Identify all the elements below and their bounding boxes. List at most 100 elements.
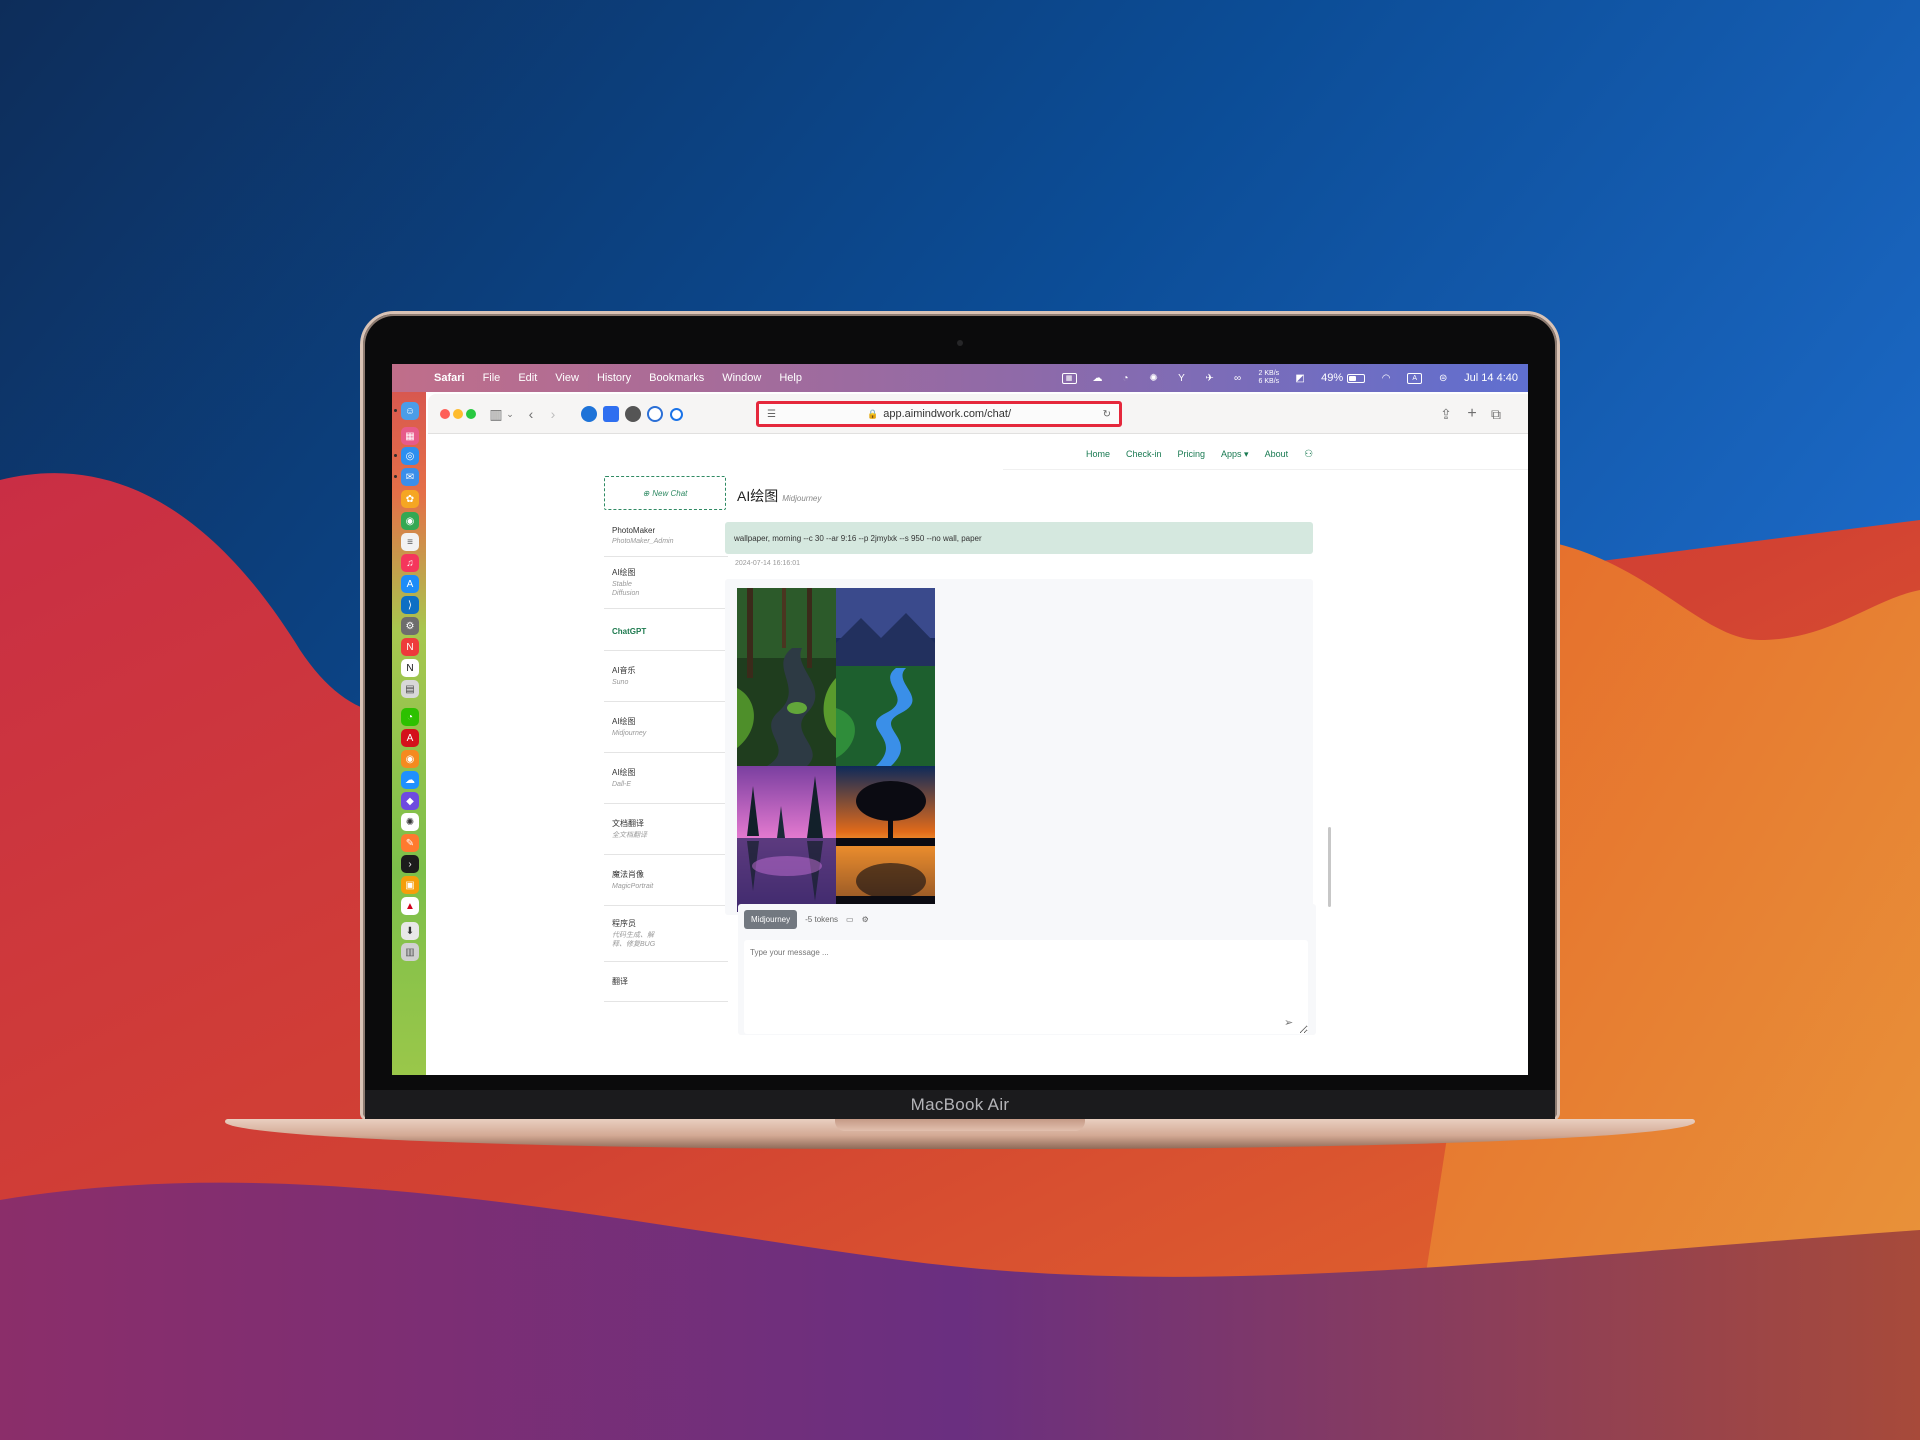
- menu-help[interactable]: Help: [779, 372, 802, 384]
- notion-icon[interactable]: N: [401, 659, 419, 677]
- nav-pricing[interactable]: Pricing: [1178, 449, 1206, 460]
- message-input[interactable]: [744, 940, 1308, 1034]
- generated-image-pink-lake[interactable]: [737, 766, 836, 912]
- extension-password-icon[interactable]: [670, 408, 683, 421]
- cloud-icon[interactable]: ☁: [1091, 372, 1105, 384]
- news-icon[interactable]: N: [401, 638, 419, 656]
- menu-window[interactable]: Window: [722, 372, 761, 384]
- yoink-icon[interactable]: Y: [1175, 372, 1189, 384]
- archive-icon[interactable]: ▣: [401, 876, 419, 894]
- extension-translate-icon[interactable]: [603, 406, 619, 422]
- image-upload-icon[interactable]: ▭: [846, 915, 854, 924]
- battery-status[interactable]: 49%: [1321, 372, 1366, 384]
- page-scrollbar[interactable]: [1328, 827, 1331, 907]
- sidebar-item-midjourney[interactable]: AI绘图 Midjourney: [604, 702, 728, 753]
- sidebar-item-doc-translate[interactable]: 文档翻译 全文档翻译: [604, 804, 728, 855]
- menu-app-name[interactable]: Safari: [434, 372, 465, 384]
- back-button[interactable]: ‹: [524, 405, 538, 423]
- forward-button[interactable]: ›: [546, 405, 560, 423]
- generated-image-sunset-tree[interactable]: [836, 766, 935, 912]
- chevron-down-icon[interactable]: ⌄: [505, 405, 515, 423]
- airplane-icon[interactable]: ✈: [1203, 372, 1217, 384]
- close-window-button[interactable]: [440, 409, 450, 419]
- creative-cloud-icon[interactable]: ∞: [1231, 372, 1245, 384]
- keyboard-icon[interactable]: ▦: [1061, 372, 1077, 384]
- app-store-icon[interactable]: A: [401, 575, 419, 593]
- send-icon[interactable]: ➢: [1284, 1016, 1293, 1029]
- extension-mindwork-icon[interactable]: [647, 406, 663, 422]
- trash-icon[interactable]: ▥: [401, 943, 419, 961]
- reminders-icon[interactable]: ≡: [401, 533, 419, 551]
- plus-icon: ⊕: [642, 488, 650, 498]
- menu-bookmarks[interactable]: Bookmarks: [649, 372, 704, 384]
- share-icon[interactable]: ⇪: [1438, 405, 1454, 423]
- pixelmator-icon[interactable]: ✎: [401, 834, 419, 852]
- downloads-icon[interactable]: ⬇: [401, 922, 419, 940]
- new-tab-icon[interactable]: +: [1464, 405, 1480, 423]
- nav-check-in[interactable]: Check-in: [1126, 449, 1162, 460]
- menu-history[interactable]: History: [597, 372, 631, 384]
- settings-icon[interactable]: ⚙: [862, 915, 869, 924]
- screenshot-icon[interactable]: ◩: [1293, 372, 1307, 384]
- finder-icon[interactable]: ☺: [401, 402, 419, 420]
- nav-about[interactable]: About: [1265, 449, 1289, 460]
- menu-view[interactable]: View: [555, 372, 579, 384]
- menu-edit[interactable]: Edit: [518, 372, 537, 384]
- address-bar[interactable]: ☰ 🔒 app.aimindwork.com/chat/ ↻: [756, 401, 1122, 427]
- chrome-icon[interactable]: ◉: [401, 512, 419, 530]
- chatgpt-icon[interactable]: ✺: [401, 813, 419, 831]
- cloud-drive-icon[interactable]: ☁: [401, 771, 419, 789]
- app-icon[interactable]: ▲: [401, 897, 419, 915]
- page-menu-icon[interactable]: ☰: [767, 409, 776, 420]
- minimize-window-button[interactable]: [453, 409, 463, 419]
- vscode-icon[interactable]: ⟩: [401, 596, 419, 614]
- system-settings-icon[interactable]: ⚙: [401, 617, 419, 635]
- sidebar-item-programmer[interactable]: 程序员 代码生成、解释、修复BUG: [604, 906, 728, 962]
- acrobat-icon[interactable]: A: [401, 729, 419, 747]
- generated-image-river-valley[interactable]: [836, 588, 935, 766]
- extension-group-icon[interactable]: [625, 406, 641, 422]
- podcast-icon[interactable]: ◉: [401, 750, 419, 768]
- sidebar-item-subtitle: Stable Diffusion: [612, 581, 640, 597]
- sidebar-item-translate[interactable]: 翻译: [604, 962, 728, 1002]
- sidebar-item-stable-diffusion[interactable]: AI绘图 Stable Diffusion: [604, 557, 728, 609]
- message-composer: Midjourney -5 tokens ▭ ⚙ ➢: [738, 904, 1316, 1035]
- nav-home[interactable]: Home: [1086, 449, 1110, 460]
- sidebar-toggle-icon[interactable]: ▥: [488, 405, 504, 423]
- tab-overview-icon[interactable]: ⧉: [1488, 405, 1504, 423]
- mail-icon[interactable]: ✉: [401, 468, 419, 486]
- ai-app-icon[interactable]: ◆: [401, 792, 419, 810]
- sidebar-item-suno[interactable]: AI音乐 Suno: [604, 651, 728, 702]
- url-text[interactable]: app.aimindwork.com/chat/: [883, 408, 1011, 420]
- menu-file[interactable]: File: [483, 372, 501, 384]
- sidebar-item-photomaker[interactable]: PhotoMaker PhotoMaker_Admin: [604, 516, 728, 557]
- control-center-icon[interactable]: ⊜: [1436, 372, 1450, 384]
- launchpad-icon[interactable]: ▦: [401, 427, 419, 445]
- music-icon[interactable]: ♫: [401, 554, 419, 572]
- user-icon[interactable]: ⚇: [1304, 449, 1313, 460]
- wechat-icon[interactable]: ◔: [1119, 372, 1133, 384]
- menu-bar: Safari File Edit View History Bookmarks …: [392, 364, 1528, 392]
- dock: ☺ ▦ ◎ ✉ ✿ ◉ ≡ ♫ A ⟩ ⚙ N N ▤ ◔ A ◉ ☁ ◆ ✺ …: [392, 392, 426, 1075]
- terminal-icon[interactable]: ›: [401, 855, 419, 873]
- model-select-button[interactable]: Midjourney: [744, 910, 798, 929]
- wifi-icon[interactable]: ◠: [1379, 372, 1393, 384]
- input-method[interactable]: A: [1407, 372, 1423, 384]
- extension-edge-icon[interactable]: [581, 406, 597, 422]
- page-subtitle: Midjourney: [782, 494, 822, 503]
- reload-icon[interactable]: ↻: [1103, 409, 1111, 420]
- wechat-dock-icon[interactable]: ◔: [401, 708, 419, 726]
- photos-icon[interactable]: ✿: [401, 490, 419, 508]
- sidebar-item-dall-e[interactable]: AI绘图 Dall-E: [604, 753, 728, 804]
- openai-icon[interactable]: ✺: [1147, 372, 1161, 384]
- generated-image-forest-stream[interactable]: [737, 588, 836, 766]
- new-chat-button[interactable]: ⊕ New Chat: [604, 476, 726, 510]
- preview-icon[interactable]: ▤: [401, 680, 419, 698]
- nav-apps[interactable]: Apps ▾: [1221, 449, 1249, 460]
- generated-image-grid[interactable]: [737, 588, 935, 912]
- zoom-window-button[interactable]: [466, 409, 476, 419]
- clock[interactable]: Jul 14 4:40: [1464, 372, 1518, 384]
- sidebar-item-chatgpt[interactable]: ChatGPT: [604, 609, 728, 651]
- sidebar-item-magic-portrait[interactable]: 魔法肖像 MagicPortrait: [604, 855, 728, 906]
- safari-icon[interactable]: ◎: [401, 447, 419, 465]
